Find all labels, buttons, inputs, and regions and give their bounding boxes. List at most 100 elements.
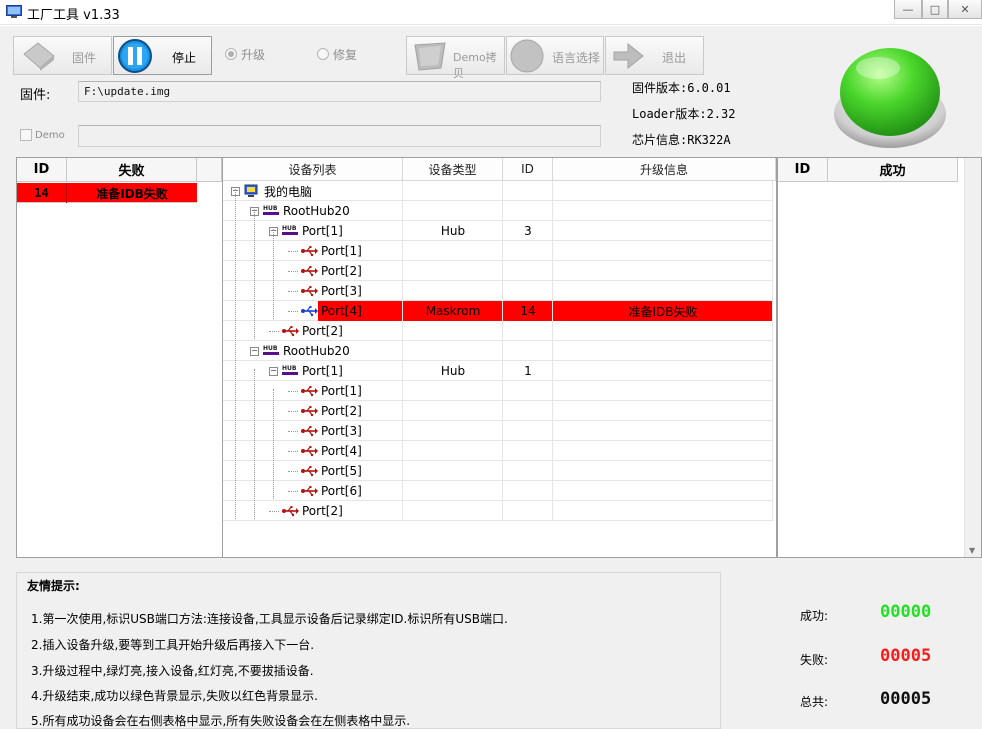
fail-table[interactable]: ID 失败 14 准备IDB失败 [16,157,223,558]
table-row[interactable]: − 我的电脑 [223,181,773,201]
device-header-list[interactable]: 设备列表 [223,158,403,181]
device-type-cell [403,501,503,521]
tree-node[interactable]: − HUB RootHub20 [250,341,350,361]
tree-node[interactable]: Port[4] [288,301,362,321]
tree-connector [288,310,298,312]
table-row[interactable]: Port[4] Maskrom 14 准备IDB失败 [223,301,773,321]
device-header-type[interactable]: 设备类型 [403,158,503,181]
device-type-cell [403,241,503,261]
fail-row-status: 准备IDB失败 [96,186,168,201]
repair-radio[interactable]: 修复 [317,44,357,64]
fail-table-header-status[interactable]: 失败 [67,158,197,182]
collapse-icon[interactable]: − [250,346,259,356]
firmware-button[interactable]: 固件 [13,36,112,75]
success-table-header-id[interactable]: ID [778,158,828,182]
tree-node[interactable]: Port[3] [288,281,362,301]
device-type-cell: Maskrom [425,304,481,318]
tree-node[interactable]: Port[1] [288,381,362,401]
table-row[interactable]: Port[2] [223,261,773,281]
table-row[interactable]: Port[1] [223,381,773,401]
table-row[interactable]: Port[2] [223,401,773,421]
fail-table-header-filler [197,158,222,182]
tree-node[interactable]: Port[6] [288,481,362,501]
exit-button[interactable]: 退出 [605,36,704,75]
demo-copy-button-label: Demo拷贝 [453,51,497,80]
table-row[interactable]: − HUB Port[1] Hub 1 [223,361,773,381]
tree-node[interactable]: − HUB RootHub20 [250,201,350,221]
stop-button[interactable]: 停止 [113,36,212,75]
tree-node[interactable]: Port[1] [288,241,362,261]
tree-node[interactable]: Port[2] [288,261,362,281]
fail-table-header-id[interactable]: ID [17,158,67,182]
svg-text:HUB: HUB [282,225,297,232]
device-id-cell [503,181,553,201]
success-table-header-status[interactable]: 成功 [828,158,958,182]
table-row[interactable]: − HUB RootHub20 [223,201,773,221]
device-id-cell [503,421,553,441]
title-bar[interactable]: 工厂工具 v1.33 — □ ✕ [0,0,982,25]
scrollbar[interactable]: ▼ [964,158,981,557]
scroll-down-icon[interactable]: ▼ [969,546,975,555]
language-button[interactable]: 语言选择 [506,36,604,75]
tree-node[interactable]: Port[3] [288,421,362,441]
tree-node[interactable]: Port[2] [288,401,362,421]
device-id-cell [503,401,553,421]
device-id-cell: 1 [524,364,532,378]
tree-node[interactable]: − HUB Port[1] [269,361,343,381]
table-row[interactable]: − HUB RootHub20 [223,341,773,361]
close-button[interactable]: ✕ [948,0,982,19]
device-header-id[interactable]: ID [503,158,553,181]
demo-checkbox[interactable]: Demo [20,129,65,141]
upgrade-radio[interactable]: 升级 [225,44,265,64]
success-table[interactable]: ID 成功 ▼ [777,157,982,558]
tree-node[interactable]: Port[4] [288,441,362,461]
tree-connector [288,270,298,272]
minimize-icon: — [902,2,914,16]
close-icon: ✕ [960,2,970,16]
usb-icon [301,266,318,277]
table-row[interactable]: Port[1] [223,241,773,261]
table-row[interactable]: Port[5] [223,461,773,481]
hub-icon: HUB [263,205,279,215]
status-light-icon [834,48,946,148]
device-type-cell [403,441,503,461]
table-row[interactable]: Port[3] [223,281,773,301]
tree-node-label: Port[1] [302,364,343,378]
tree-node[interactable]: Port[2] [269,501,343,521]
fail-count: 00005 [880,646,932,666]
tree-connector [288,250,298,252]
device-id-cell [503,201,553,221]
table-row[interactable]: 14 准备IDB失败 [17,183,197,203]
device-info-cell [553,201,773,221]
tree-node[interactable]: Port[2] [269,321,343,341]
table-row[interactable]: − HUB Port[1] Hub 3 [223,221,773,241]
table-row[interactable]: Port[2] [223,501,773,521]
minimize-button[interactable]: — [894,0,922,19]
device-type-cell [403,461,503,481]
collapse-icon[interactable]: − [269,366,278,376]
maximize-button[interactable]: □ [922,0,948,19]
language-button-label: 语言选择 [552,51,601,65]
device-id-cell: 3 [524,224,532,238]
device-info-cell [553,321,773,341]
table-row[interactable]: Port[6] [223,481,773,501]
device-header-info[interactable]: 升级信息 [553,158,776,181]
table-row[interactable]: Port[3] [223,421,773,441]
tree-node-label: Port[2] [302,504,343,518]
firmware-path-field[interactable]: F:\update.img [78,81,601,102]
tree-node-label: Port[6] [321,484,362,498]
tree-node[interactable]: − 我的电脑 [231,181,312,201]
tree-line [273,389,274,499]
table-row[interactable]: Port[4] [223,441,773,461]
tree-node[interactable]: Port[5] [288,461,362,481]
tip-item: 4.升级结束,成功以绿色背景显示,失败以红色背景显示. [31,689,318,703]
device-table[interactable]: 设备列表 设备类型 ID 升级信息 − 我的电脑 − HUB RootHub20− HUB… [222,157,777,558]
demo-copy-button[interactable]: Demo拷贝 [406,36,505,80]
tree-line [254,369,255,519]
table-row[interactable]: Port[2] [223,321,773,341]
demo-path-field[interactable] [78,125,601,147]
upgrade-radio-label: 升级 [241,47,266,62]
tree-node[interactable]: − HUB Port[1] [269,221,343,241]
tree-node-label: Port[1] [321,244,362,258]
device-info-cell [553,261,773,281]
